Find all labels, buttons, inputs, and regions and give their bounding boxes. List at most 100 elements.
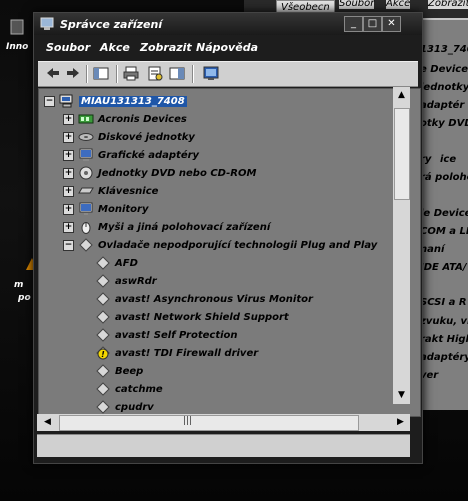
warning-icon: ! [96,346,110,360]
category-label: Myši a jiná polohovací zařízení [98,221,271,233]
tree-device-item[interactable]: catchme [95,381,163,397]
background-tree-item: adaptér [420,100,465,111]
title-bar[interactable]: Správce zařízení _ □ ✕ [34,13,422,35]
device-tree-panel[interactable]: − MIAU131313_7408 + Acronis Devices + Di… [38,88,421,417]
expand-icon[interactable]: + [63,185,74,197]
desktop-icon-label[interactable]: m [14,280,23,290]
background-tree-item: IDE ATA/ [420,262,467,273]
tree-device-item[interactable]: cpudrv [95,399,154,415]
maximize-button[interactable]: □ [363,16,382,32]
device-label: Beep [115,365,144,377]
category-label: Acronis Devices [98,113,187,125]
background-menu-zobrazit[interactable]: Zobrazit [428,0,468,9]
scroll-down-arrow-icon[interactable]: ▼ [393,387,410,404]
background-tree-item: rá polohov [420,172,468,183]
driver-icon [96,292,110,306]
category-label: Klávesnice [98,185,159,197]
desktop-shortcut-icon[interactable] [10,18,24,36]
background-menu-akce[interactable]: Akce [386,0,411,9]
device-label: aswRdr [115,275,157,287]
menu-bar: Soubor Akce Zobrazit Nápověda [38,39,418,57]
desktop-icon-label[interactable]: Inno [6,42,28,52]
tree-category-acronis[interactable]: + Acronis Devices [63,111,187,127]
forward-arrow-icon[interactable] [64,65,82,82]
collapse-icon[interactable]: − [63,239,74,251]
menu-napoveda[interactable]: Nápověda [196,41,258,54]
help-pane-icon[interactable] [168,65,186,82]
nonpnp-driver-icon [79,238,93,252]
background-menu-soubor[interactable]: Soubor [339,0,375,9]
driver-icon [96,364,110,378]
menu-zobrazit[interactable]: Zobrazit [140,41,192,54]
vertical-scroll-thumb[interactable] [394,108,410,200]
tree-device-item[interactable]: Beep [95,363,143,379]
tree-device-item[interactable]: aswRdr [95,273,157,289]
desktop-icon-label[interactable]: po [18,293,31,303]
expand-icon[interactable]: + [63,203,74,215]
tree-category-graphics[interactable]: + Grafické adaptéry [63,147,199,163]
tree-category-nonpnp[interactable]: − Ovladače nepodporující technologii Plu… [63,237,377,253]
expand-icon[interactable]: + [63,221,74,233]
category-label: Grafické adaptéry [98,149,200,161]
status-bar [37,434,410,457]
scroll-left-arrow-icon[interactable]: ◀ [39,414,56,431]
scroll-grip: ||| [183,416,193,426]
category-label: Ovladače nepodporující technologii Plug … [98,239,378,251]
tree-category-mice[interactable]: + Myši a jiná polohovací zařízení [63,219,270,235]
background-tree-item: le Devices [420,208,468,219]
tree-category-keyboard[interactable]: + Klávesnice [63,183,158,199]
expand-icon[interactable]: + [63,131,74,143]
toolbar-separator [192,65,194,83]
tree-device-item[interactable]: avast! Network Shield Support [95,309,289,325]
svg-text:!: ! [101,350,105,359]
toolbar-separator [86,65,88,83]
tree-category-dvd[interactable]: + Jednotky DVD nebo CD-ROM [63,165,256,181]
close-button[interactable]: ✕ [382,16,401,32]
driver-icon [96,256,110,270]
device-label: catchme [115,383,163,395]
toolbar [38,61,418,87]
dvd-drive-icon [79,166,93,180]
expand-icon[interactable]: + [63,113,74,125]
background-tree-item: jednotky [420,82,468,93]
device-label: avast! Network Shield Support [115,311,289,323]
background-tree-item: otky DVD [420,118,468,129]
device-label: AFD [115,257,138,269]
background-tree-item: zvuku, vi [420,316,468,327]
computer-name: MIAU131313_7408 [79,95,187,107]
tree-device-item[interactable]: avast! Self Protection [95,327,238,343]
minimize-button[interactable]: _ [344,16,363,32]
scroll-right-arrow-icon[interactable]: ▶ [392,414,409,431]
background-tree-item: COM a LP [420,226,468,237]
menu-akce[interactable]: Akce [100,41,130,54]
device-label: cpudrv [115,401,154,413]
console-tree-icon[interactable] [92,65,110,82]
category-label: Diskové jednotky [98,131,195,143]
device-manager-window: Správce zařízení _ □ ✕ Soubor Akce Zobra… [33,12,423,464]
tree-device-item[interactable]: AFD [95,255,138,271]
horizontal-scroll-thumb[interactable]: ||| [59,415,359,431]
print-icon[interactable] [122,65,140,82]
device-label: avast! Asynchronous Virus Monitor [115,293,313,305]
tree-device-item-warning[interactable]: ! avast! TDI Firewall driver [95,345,258,361]
tree-category-disk[interactable]: + Diskové jednotky [63,129,195,145]
tree-device-item[interactable]: avast! Asynchronous Virus Monitor [95,291,313,307]
scan-hardware-icon[interactable] [202,65,220,82]
collapse-icon[interactable]: − [44,95,55,107]
driver-icon [96,310,110,324]
expand-icon[interactable]: + [63,149,74,161]
keyboard-icon [78,187,94,194]
computer-icon [59,94,73,108]
horizontal-scrollbar[interactable]: ◀ ||| ▶ [37,414,410,431]
background-tree-item: 1313_740 [420,44,468,55]
menu-soubor[interactable]: Soubor [46,41,90,54]
expand-icon[interactable]: + [63,167,74,179]
properties-icon[interactable] [146,65,164,82]
tree-category-monitors[interactable]: + Monitory [63,201,148,217]
toolbar-separator [116,65,118,83]
background-tree-item: e Devices [420,64,468,75]
back-arrow-icon[interactable] [44,65,62,82]
scroll-up-arrow-icon[interactable]: ▲ [393,87,410,104]
tree-root[interactable]: − MIAU131313_7408 [44,93,187,109]
vertical-scrollbar[interactable]: ▲ ▼ [393,87,410,404]
